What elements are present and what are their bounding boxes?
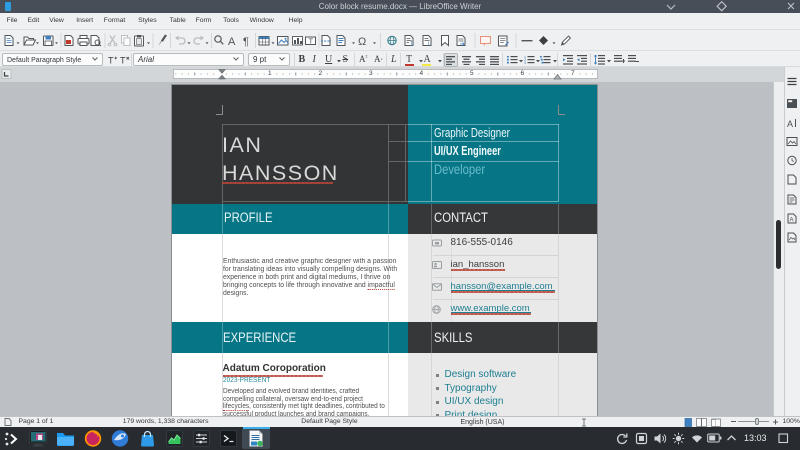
svg-text:A: A [787, 119, 793, 129]
svg-text:A: A [790, 218, 794, 224]
